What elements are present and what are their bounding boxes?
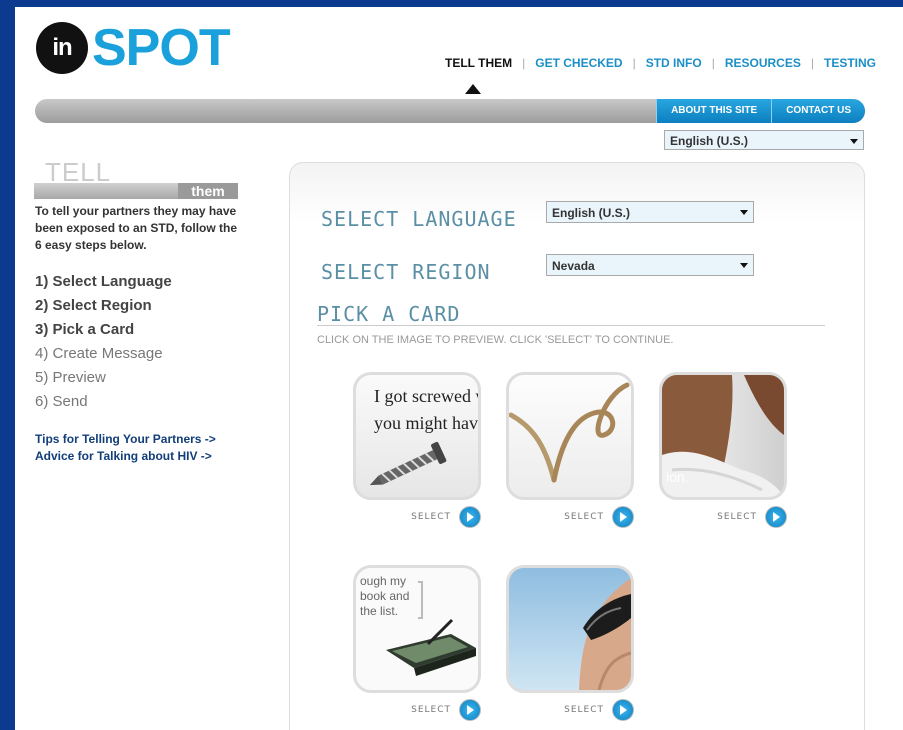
pick-card-instructions: CLICK ON THE IMAGE TO PREVIEW. CLICK 'SE… — [317, 334, 674, 346]
select-button[interactable] — [459, 506, 481, 528]
step-select-region: 2) Select Region — [35, 297, 152, 314]
card-thumbnail[interactable]: I got screwed whi you might have to — [353, 372, 481, 500]
select-label: SELECT — [564, 512, 604, 522]
step-pick-card: 3) Pick a Card — [35, 321, 135, 338]
region-select[interactable]: Nevada — [546, 254, 754, 276]
card-thumbnail[interactable] — [506, 565, 634, 693]
header-bar: ABOUT THIS SITE CONTACT US — [35, 99, 865, 123]
inspot-logo[interactable]: in SPOT — [36, 19, 231, 77]
sidebar-intro: To tell your partners they may have been… — [35, 204, 238, 252]
tips-link[interactable]: Tips for Telling Your Partners -> — [35, 431, 216, 448]
sidebar-links: Tips for Telling Your Partners -> Advice… — [35, 431, 216, 465]
select-button[interactable] — [612, 506, 634, 528]
card-towel: ion. SELECT — [659, 372, 787, 528]
select-row: SELECT — [506, 699, 634, 721]
region-select-value: Nevada — [552, 259, 595, 273]
nav-tell-them[interactable]: TELL THEM — [435, 56, 522, 70]
card-screw: I got screwed whi you might have to SELE… — [353, 372, 481, 528]
card-thumbnail[interactable]: ough my book and the list. — [353, 565, 481, 693]
card-sunglasses: SELECT — [506, 565, 634, 721]
hiv-advice-link[interactable]: Advice for Talking about HIV -> — [35, 448, 216, 465]
page: in SPOT TELL THEM | GET CHECKED | STD IN… — [15, 7, 903, 730]
logo-mark: in — [36, 22, 88, 74]
nav-std-info[interactable]: STD INFO — [636, 56, 712, 70]
card-rope: SELECT — [506, 372, 634, 528]
select-row: SELECT — [353, 699, 481, 721]
select-row: SELECT — [506, 506, 634, 528]
card-caption: ion. — [666, 469, 689, 485]
step-send: 6) Send — [35, 393, 88, 410]
card-thumbnail[interactable]: ion. — [659, 372, 787, 500]
pick-card-title: PICK A CARD — [317, 302, 461, 326]
select-region-label: SELECT REGION — [321, 260, 491, 284]
screw-image — [369, 441, 447, 486]
header-bar-buttons: ABOUT THIS SITE CONTACT US — [656, 99, 865, 123]
nav-resources[interactable]: RESOURCES — [715, 56, 811, 70]
step-select-language: 1) Select Language — [35, 273, 172, 290]
select-label: SELECT — [411, 705, 451, 715]
select-language-label: SELECT LANGUAGE — [321, 207, 517, 231]
steps-list: 1) Select Language 2) Select Region 3) P… — [35, 270, 172, 414]
sunglasses-man-image — [579, 578, 631, 690]
select-row: SELECT — [659, 506, 787, 528]
rope-image — [509, 382, 630, 483]
select-button[interactable] — [765, 506, 787, 528]
step-create-message: 4) Create Message — [35, 345, 163, 362]
step-preview: 5) Preview — [35, 369, 106, 386]
language-select-value: English (U.S.) — [552, 206, 630, 220]
divider — [317, 325, 825, 326]
nav-get-checked[interactable]: GET CHECKED — [525, 56, 632, 70]
select-label: SELECT — [564, 705, 604, 715]
them-tab: them — [178, 183, 238, 199]
card-book: ough my book and the list. SELECT — [353, 565, 481, 721]
about-this-site-button[interactable]: ABOUT THIS SITE — [656, 99, 772, 123]
header-language-value: English (U.S.) — [670, 134, 748, 148]
select-label: SELECT — [411, 512, 451, 522]
chevron-down-icon — [850, 139, 858, 144]
book-image — [386, 581, 476, 676]
select-button[interactable] — [612, 699, 634, 721]
contact-us-button[interactable]: CONTACT US — [771, 99, 865, 123]
active-tab-arrow-icon — [465, 84, 481, 94]
select-label: SELECT — [717, 512, 757, 522]
select-button[interactable] — [459, 699, 481, 721]
language-select[interactable]: English (U.S.) — [546, 201, 754, 223]
nav-testing[interactable]: TESTING — [814, 56, 876, 70]
card-thumbnail[interactable] — [506, 372, 634, 500]
header-language-select[interactable]: English (U.S.) — [664, 130, 864, 150]
chevron-down-icon — [740, 210, 748, 215]
select-row: SELECT — [353, 506, 481, 528]
chevron-down-icon — [740, 263, 748, 268]
top-nav: TELL THEM | GET CHECKED | STD INFO | RES… — [435, 56, 876, 70]
tell-heading-bar: them — [34, 183, 238, 199]
logo-word: SPOT — [92, 19, 231, 77]
